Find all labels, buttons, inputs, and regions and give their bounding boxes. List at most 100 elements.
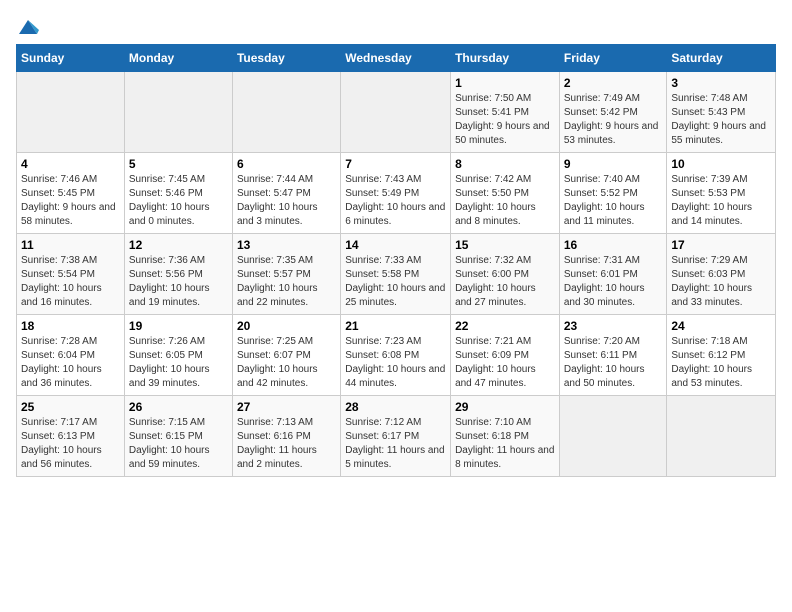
day-number: 16 xyxy=(564,238,663,252)
day-number: 15 xyxy=(455,238,555,252)
day-info: Sunrise: 7:10 AM Sunset: 6:18 PM Dayligh… xyxy=(455,416,555,472)
calendar-cell: 3Sunrise: 7:48 AM Sunset: 5:43 PM Daylig… xyxy=(667,72,776,153)
day-info: Sunrise: 7:21 AM Sunset: 6:09 PM Dayligh… xyxy=(455,335,555,391)
day-number: 29 xyxy=(455,400,555,414)
calendar-week-row: 11 Sunrise: 7:38 AM Sunset: 5:54 PM Dayli… xyxy=(17,234,776,315)
day-info: Sunrise: 7:44 AM Sunset: 5:47 PM Dayligh… xyxy=(237,173,336,229)
calendar-cell xyxy=(559,396,667,477)
calendar-cell: 29 Sunrise: 7:10 AM Sunset: 6:18 PM Dayli… xyxy=(451,396,560,477)
calendar-week-row: 1 Sunrise: 7:50 AM Sunset: 5:41 PM Daylig… xyxy=(17,72,776,153)
day-info: Sunrise: 7:28 AM Sunset: 6:04 PM Dayligh… xyxy=(21,335,120,391)
day-number: 6 xyxy=(237,157,336,171)
day-number: 10 xyxy=(671,157,771,171)
logo-icon xyxy=(17,16,39,38)
calendar-cell: 13 Sunrise: 7:35 AM Sunset: 5:57 PM Dayli… xyxy=(232,234,340,315)
day-number: 23 xyxy=(564,319,663,333)
calendar-cell: 4Sunrise: 7:46 AM Sunset: 5:45 PM Daylig… xyxy=(17,153,125,234)
day-info: Sunrise: 7:25 AM Sunset: 6:07 PM Dayligh… xyxy=(237,335,336,391)
calendar-cell: 7 Sunrise: 7:43 AM Sunset: 5:49 PM Daylig… xyxy=(341,153,451,234)
weekday-header-cell: Friday xyxy=(559,45,667,72)
day-info: Sunrise: 7:38 AM Sunset: 5:54 PM Dayligh… xyxy=(21,254,120,310)
day-number: 8 xyxy=(455,157,555,171)
day-info: Sunrise: 7:15 AM Sunset: 6:15 PM Dayligh… xyxy=(129,416,228,472)
day-number: 27 xyxy=(237,400,336,414)
day-info: Sunrise: 7:35 AM Sunset: 5:57 PM Dayligh… xyxy=(237,254,336,310)
day-info: Sunrise: 7:48 AM Sunset: 5:43 PM Dayligh… xyxy=(671,92,771,148)
calendar-week-row: 4Sunrise: 7:46 AM Sunset: 5:45 PM Daylig… xyxy=(17,153,776,234)
weekday-header-cell: Monday xyxy=(124,45,232,72)
calendar-week-row: 25 Sunrise: 7:17 AM Sunset: 6:13 PM Dayli… xyxy=(17,396,776,477)
day-number: 14 xyxy=(345,238,446,252)
day-info: Sunrise: 7:20 AM Sunset: 6:11 PM Dayligh… xyxy=(564,335,663,391)
logo xyxy=(16,16,39,34)
calendar-cell: 8 Sunrise: 7:42 AM Sunset: 5:50 PM Daylig… xyxy=(451,153,560,234)
calendar-cell xyxy=(667,396,776,477)
day-number: 2 xyxy=(564,76,663,90)
day-number: 24 xyxy=(671,319,771,333)
day-info: Sunrise: 7:50 AM Sunset: 5:41 PM Dayligh… xyxy=(455,92,555,148)
day-number: 4 xyxy=(21,157,120,171)
weekday-header-cell: Wednesday xyxy=(341,45,451,72)
day-info: Sunrise: 7:17 AM Sunset: 6:13 PM Dayligh… xyxy=(21,416,120,472)
day-number: 12 xyxy=(129,238,228,252)
day-number: 17 xyxy=(671,238,771,252)
day-number: 25 xyxy=(21,400,120,414)
day-number: 21 xyxy=(345,319,446,333)
calendar-cell: 9 Sunrise: 7:40 AM Sunset: 5:52 PM Daylig… xyxy=(559,153,667,234)
calendar-cell: 17 Sunrise: 7:29 AM Sunset: 6:03 PM Dayli… xyxy=(667,234,776,315)
day-info: Sunrise: 7:32 AM Sunset: 6:00 PM Dayligh… xyxy=(455,254,555,310)
day-info: Sunrise: 7:39 AM Sunset: 5:53 PM Dayligh… xyxy=(671,173,771,229)
day-number: 5 xyxy=(129,157,228,171)
day-info: Sunrise: 7:12 AM Sunset: 6:17 PM Dayligh… xyxy=(345,416,446,472)
calendar-cell: 26 Sunrise: 7:15 AM Sunset: 6:15 PM Dayli… xyxy=(124,396,232,477)
calendar-cell: 12 Sunrise: 7:36 AM Sunset: 5:56 PM Dayli… xyxy=(124,234,232,315)
day-info: Sunrise: 7:31 AM Sunset: 6:01 PM Dayligh… xyxy=(564,254,663,310)
day-number: 9 xyxy=(564,157,663,171)
day-info: Sunrise: 7:26 AM Sunset: 6:05 PM Dayligh… xyxy=(129,335,228,391)
calendar-cell: 18 Sunrise: 7:28 AM Sunset: 6:04 PM Dayli… xyxy=(17,315,125,396)
day-number: 1 xyxy=(455,76,555,90)
calendar-cell: 28 Sunrise: 7:12 AM Sunset: 6:17 PM Dayli… xyxy=(341,396,451,477)
calendar-cell: 24 Sunrise: 7:18 AM Sunset: 6:12 PM Dayli… xyxy=(667,315,776,396)
day-info: Sunrise: 7:45 AM Sunset: 5:46 PM Dayligh… xyxy=(129,173,228,229)
day-number: 22 xyxy=(455,319,555,333)
calendar-cell: 10 Sunrise: 7:39 AM Sunset: 5:53 PM Dayli… xyxy=(667,153,776,234)
day-info: Sunrise: 7:29 AM Sunset: 6:03 PM Dayligh… xyxy=(671,254,771,310)
day-info: Sunrise: 7:23 AM Sunset: 6:08 PM Dayligh… xyxy=(345,335,446,391)
weekday-header-row: SundayMondayTuesdayWednesdayThursdayFrid… xyxy=(17,45,776,72)
calendar-cell xyxy=(17,72,125,153)
weekday-header-cell: Tuesday xyxy=(232,45,340,72)
weekday-header-cell: Sunday xyxy=(17,45,125,72)
day-info: Sunrise: 7:36 AM Sunset: 5:56 PM Dayligh… xyxy=(129,254,228,310)
page-header xyxy=(16,16,776,34)
day-number: 7 xyxy=(345,157,446,171)
calendar-table: SundayMondayTuesdayWednesdayThursdayFrid… xyxy=(16,44,776,477)
day-info: Sunrise: 7:40 AM Sunset: 5:52 PM Dayligh… xyxy=(564,173,663,229)
day-info: Sunrise: 7:18 AM Sunset: 6:12 PM Dayligh… xyxy=(671,335,771,391)
day-number: 19 xyxy=(129,319,228,333)
calendar-cell: 6 Sunrise: 7:44 AM Sunset: 5:47 PM Daylig… xyxy=(232,153,340,234)
calendar-body: 1 Sunrise: 7:50 AM Sunset: 5:41 PM Daylig… xyxy=(17,72,776,477)
day-number: 11 xyxy=(21,238,120,252)
weekday-header-cell: Thursday xyxy=(451,45,560,72)
weekday-header-cell: Saturday xyxy=(667,45,776,72)
calendar-cell: 22 Sunrise: 7:21 AM Sunset: 6:09 PM Dayli… xyxy=(451,315,560,396)
day-number: 13 xyxy=(237,238,336,252)
day-number: 28 xyxy=(345,400,446,414)
calendar-cell xyxy=(124,72,232,153)
calendar-cell: 14 Sunrise: 7:33 AM Sunset: 5:58 PM Dayli… xyxy=(341,234,451,315)
calendar-cell: 21 Sunrise: 7:23 AM Sunset: 6:08 PM Dayli… xyxy=(341,315,451,396)
day-number: 26 xyxy=(129,400,228,414)
calendar-cell: 11 Sunrise: 7:38 AM Sunset: 5:54 PM Dayli… xyxy=(17,234,125,315)
day-info: Sunrise: 7:43 AM Sunset: 5:49 PM Dayligh… xyxy=(345,173,446,229)
calendar-cell xyxy=(341,72,451,153)
calendar-cell: 23 Sunrise: 7:20 AM Sunset: 6:11 PM Dayli… xyxy=(559,315,667,396)
calendar-cell: 15 Sunrise: 7:32 AM Sunset: 6:00 PM Dayli… xyxy=(451,234,560,315)
calendar-cell xyxy=(232,72,340,153)
day-number: 18 xyxy=(21,319,120,333)
calendar-cell: 16 Sunrise: 7:31 AM Sunset: 6:01 PM Dayli… xyxy=(559,234,667,315)
day-number: 20 xyxy=(237,319,336,333)
day-info: Sunrise: 7:33 AM Sunset: 5:58 PM Dayligh… xyxy=(345,254,446,310)
day-info: Sunrise: 7:42 AM Sunset: 5:50 PM Dayligh… xyxy=(455,173,555,229)
calendar-cell: 2Sunrise: 7:49 AM Sunset: 5:42 PM Daylig… xyxy=(559,72,667,153)
